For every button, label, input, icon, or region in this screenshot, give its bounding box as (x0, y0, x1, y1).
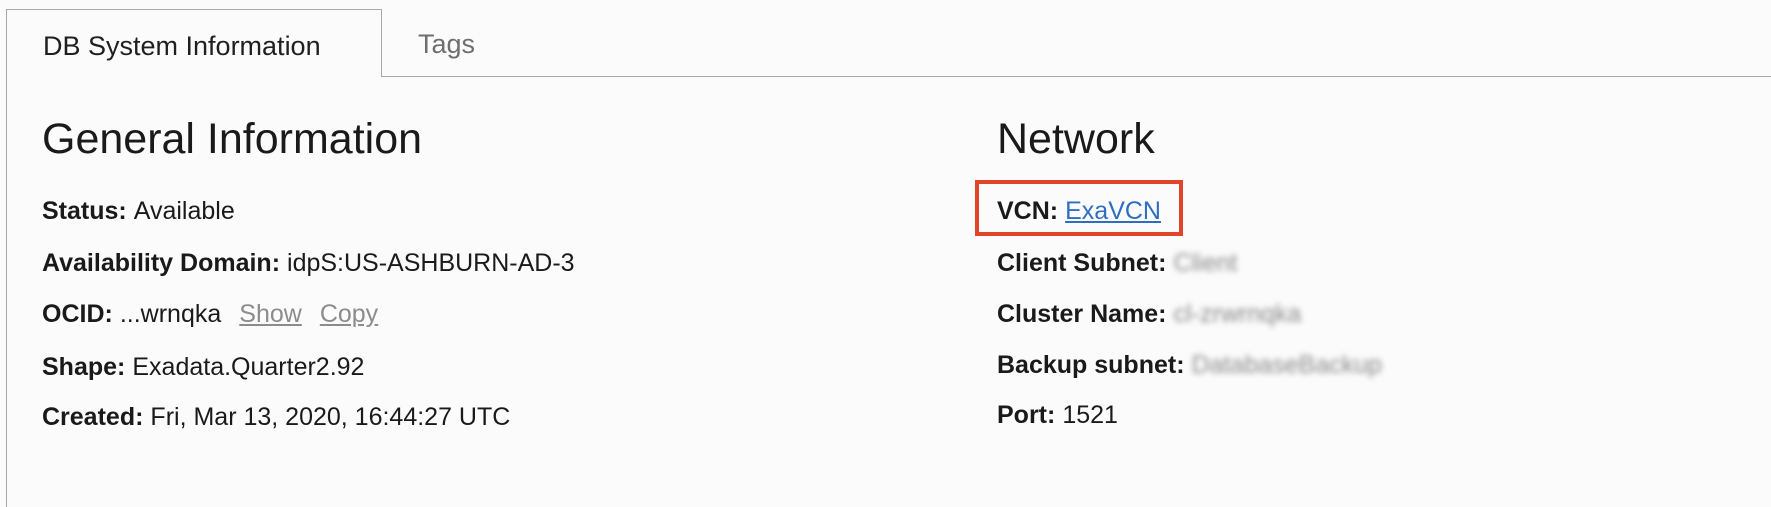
backup-subnet-row: Backup subnet: DatabaseBackup (997, 351, 1382, 380)
status-value: Available (133, 197, 235, 225)
cluster-name-row: Cluster Name: cl-zrwrnqka (997, 300, 1301, 329)
ocid-show-link[interactable]: Show (239, 300, 302, 328)
availability-domain-row: Availability Domain: idpS:US-ASHBURN-AD-3 (42, 249, 575, 278)
port-row: Port: 1521 (997, 401, 1118, 430)
client-subnet-value: Client (1173, 249, 1238, 277)
created-value: Fri, Mar 13, 2020, 16:44:27 UTC (150, 403, 511, 431)
created-label: Created: (42, 403, 144, 431)
availability-domain-label: Availability Domain: (42, 249, 281, 277)
created-row: Created: Fri, Mar 13, 2020, 16:44:27 UTC (42, 403, 510, 432)
port-label: Port: (997, 401, 1056, 429)
status-row: Status: Available (42, 197, 235, 226)
port-value: 1521 (1062, 401, 1118, 429)
general-information-heading: General Information (42, 115, 423, 163)
availability-domain-value: idpS:US-ASHBURN-AD-3 (287, 249, 575, 277)
shape-value: Exadata.Quarter2.92 (132, 353, 365, 381)
ocid-row: OCID: ...wrnqka Show Copy (42, 300, 378, 329)
shape-row: Shape: Exadata.Quarter2.92 (42, 353, 364, 382)
tab-db-system-information[interactable]: DB System Information (6, 9, 382, 77)
backup-subnet-label: Backup subnet: (997, 351, 1185, 379)
details-panel: DB System Information Tags General Infor… (0, 0, 1771, 507)
client-subnet-row: Client Subnet: Client (997, 249, 1237, 278)
status-label: Status: (42, 197, 127, 225)
client-subnet-label: Client Subnet: (997, 249, 1167, 277)
ocid-copy-link[interactable]: Copy (320, 300, 378, 328)
cluster-name-value: cl-zrwrnqka (1173, 300, 1302, 328)
vcn-highlight-box (975, 180, 1183, 236)
ocid-label: OCID: (42, 300, 113, 328)
panel-left-border (6, 76, 7, 507)
network-heading: Network (997, 115, 1155, 163)
backup-subnet-value: DatabaseBackup (1191, 351, 1382, 379)
shape-label: Shape: (42, 353, 126, 381)
tab-bar-divider (382, 76, 1771, 77)
tab-tags[interactable]: Tags (418, 29, 475, 60)
tab-label: DB System Information (43, 31, 321, 61)
cluster-name-label: Cluster Name: (997, 300, 1167, 328)
ocid-value: ...wrnqka (119, 300, 222, 328)
